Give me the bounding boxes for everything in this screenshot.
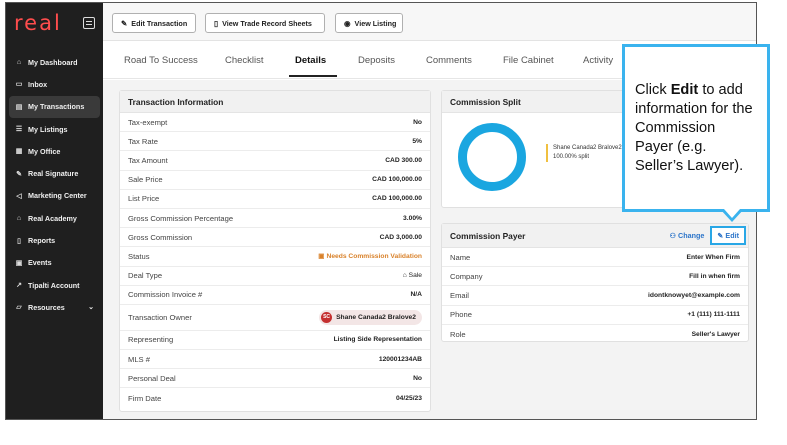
tab-details[interactable]: Details [295,55,326,66]
eye-icon: ◉ [344,18,351,28]
table-row: Tax Rate 5% [120,132,430,152]
table-row: Tax-exempt No [120,113,430,133]
transactions-icon: ▤ [15,103,23,111]
sidebar-item-label: My Dashboard [28,57,78,67]
sidebar-item-label: Inbox [28,79,48,89]
table-row: Commission Invoice # N/A [120,286,430,305]
sidebar-item-label: Reports [28,236,56,246]
sidebar-item-label: Real Academy [28,213,77,223]
table-row: MLS #120001234AB [120,350,430,370]
sidebar-item-reports[interactable]: ▯ Reports [9,229,100,251]
calendar-icon: ▣ [15,259,23,267]
sidebar-item-label: My Office [28,146,61,156]
folder-icon: ▱ [16,304,22,312]
tab-road-to-success[interactable]: Road To Success [124,55,198,66]
table-row: Deal Type ⌂ Sale [120,267,430,286]
document-icon: ▯ [214,18,219,28]
office-icon: ▦ [15,148,23,156]
table-row: Tax Amount CAD 300.00 [120,151,430,171]
status-badge[interactable]: ▣ Needs Commission Validation [318,252,422,260]
table-row: Sale Price CAD 100,000.00 [120,171,430,190]
sidebar-item-inbox[interactable]: ▭ Inbox [9,73,100,95]
table-row: Firm Date 04/25/23 [128,393,422,403]
real-logo: real [14,11,62,35]
commission-split-donut [458,123,526,191]
sidebar-nav: ⌂ My Dashboard ▭ Inbox ▤ My Transactions ☰ M… [6,51,103,319]
change-button[interactable]: ⚇ Change [670,231,705,240]
commission-payer-card: Commission Payer ⚇ Change ✎ Edit Name Ent… [441,223,749,342]
signature-icon: ✎ [16,170,22,178]
chevron-down-icon: ⌄ [88,304,94,312]
tab-file-cabinet[interactable]: File Cabinet [503,55,554,66]
transaction-information-card: Transaction Information Tax-exempt No Tax… [119,90,431,412]
sidebar-item-my-transactions[interactable]: ▤ My Transactions [9,95,100,118]
split-legend: Shane Canada2 Bralove2 100.00% split [546,144,622,162]
sidebar-item-label: My Transactions [28,102,85,112]
table-row: Personal Deal No [120,369,430,389]
sidebar-item-my-dashboard[interactable]: ⌂ My Dashboard [9,51,100,73]
tab-deposits[interactable]: Deposits [358,55,395,66]
toolbar: ✎ Edit Transaction ▯ View Trade Record She… [103,3,756,41]
inbox-icon: ▭ [15,81,23,89]
sidebar-item-label: My Listings [28,124,68,134]
pencil-icon: ✎ [121,18,128,28]
sidebar-item-label: Marketing Center [28,191,87,201]
edit-button[interactable]: ✎ Edit [710,226,746,245]
table-row: Gross Commission Percentage 3.00% [120,209,430,229]
tab-checklist[interactable]: Checklist [225,55,264,66]
view-listing-button[interactable]: ◉ View Listing [335,13,403,33]
active-tab-indicator [289,75,337,77]
sidebar-item-real-signature[interactable]: ✎ Real Signature [9,162,100,184]
sidebar-toggle-icon[interactable] [83,17,95,29]
avatar: SC [321,311,333,323]
callout-pointer-inner [724,209,740,218]
sidebar-item-label: Tipalti Account [28,280,80,290]
edit-transaction-button[interactable]: ✎ Edit Transaction [112,13,196,33]
external-icon: ↗ [16,282,22,290]
table-row: Transaction Owner SC Shane Canada2 Bralove… [120,305,430,331]
sidebar-item-my-listings[interactable]: ☰ My Listings [9,118,100,140]
sidebar-item-real-academy[interactable]: ⌂ Real Academy [9,207,100,229]
table-row: Representing Listing Side Representation [120,331,430,351]
card-header: Commission Payer ⚇ Change ✎ Edit [442,224,748,248]
tab-comments[interactable]: Comments [426,55,472,66]
card-title: Transaction Information [120,91,430,113]
sidebar-item-tipalti-account[interactable]: ↗ Tipalti Account [9,274,100,296]
table-row: Company Fill in when firm [442,267,748,287]
table-row: Email idontknowyet@example.com [442,286,748,306]
sidebar-item-marketing-center[interactable]: ◁ Marketing Center [9,185,100,207]
sidebar-item-label: Real Signature [28,169,79,179]
table-row: Status ▣ Needs Commission Validation [120,247,430,267]
table-row: List Price CAD 100,000.00 [120,190,430,209]
sidebar: real ⌂ My Dashboard ▭ Inbox ▤ My Transactio… [6,3,103,419]
table-row: Role Seller's Lawyer [450,329,740,339]
sidebar-item-label: Events [28,258,52,268]
sidebar-item-events[interactable]: ▣ Events [9,252,100,274]
table-row: Phone +1 (111) 111-1111 [442,306,748,325]
sidebar-item-label: Resources [28,302,65,312]
table-row: Gross Commission CAD 3,000.00 [120,228,430,248]
reports-icon: ▯ [17,237,21,245]
sidebar-item-resources[interactable]: ▱ Resources ⌄ [9,296,100,318]
tutorial-callout: Click Edit to add information for the Co… [622,44,770,212]
megaphone-icon: ◁ [16,192,22,200]
card-title: Commission Payer [450,230,526,241]
owner-badge[interactable]: SC Shane Canada2 Bralove2 [319,309,422,325]
home-icon: ⌂ [16,58,22,66]
sidebar-item-my-office[interactable]: ▦ My Office [9,140,100,162]
tab-activity[interactable]: Activity [583,55,613,66]
academy-icon: ⌂ [16,214,22,222]
view-trade-record-button[interactable]: ▯ View Trade Record Sheets [205,13,325,33]
table-row: Name Enter When Firm [442,248,748,268]
list-icon: ☰ [15,126,23,134]
people-icon: ⚇ [669,231,679,240]
